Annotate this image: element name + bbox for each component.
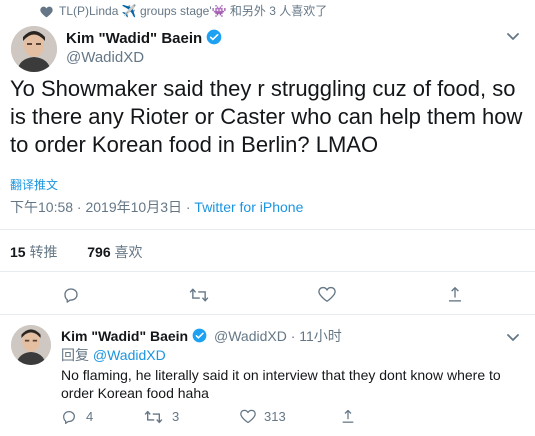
timestamp[interactable]: 下午10:58 · 2019年10月3日 ·	[10, 199, 194, 215]
reply-text: No flaming, he literally said it on inte…	[61, 367, 501, 401]
divider	[0, 314, 535, 315]
engagement-stats: 15 转推 796 喜欢	[10, 244, 143, 261]
replying-to: 回复 @WadidXD	[61, 347, 166, 364]
author-handle[interactable]: @WadidXD	[66, 49, 144, 67]
retweets-count: 15	[10, 244, 26, 260]
like-icon[interactable]	[318, 286, 336, 308]
author-display-name[interactable]: Kim "Wadid" Baein	[66, 30, 202, 47]
retweets-stat[interactable]: 15 转推	[10, 244, 57, 260]
reply-author-name[interactable]: Kim "Wadid" Baein	[61, 328, 188, 344]
reply-header: Kim "Wadid" Baein @WadidXD · 11小时	[61, 328, 342, 347]
source-link[interactable]: Twitter for iPhone	[194, 199, 303, 215]
more-icon[interactable]	[505, 30, 521, 48]
author-name-row[interactable]: Kim "Wadid" Baein	[66, 29, 222, 50]
translate-link[interactable]: 翻译推文	[10, 178, 58, 193]
reply-icon[interactable]	[62, 286, 80, 309]
share-icon[interactable]	[446, 285, 464, 309]
divider	[0, 229, 535, 230]
like-icon[interactable]	[240, 409, 256, 429]
verified-icon	[192, 328, 207, 347]
likes-stat[interactable]: 796 喜欢	[87, 244, 142, 260]
avatar[interactable]	[11, 26, 57, 72]
divider	[0, 271, 535, 272]
replying-to-handle[interactable]: @WadidXD	[93, 347, 166, 363]
retweet-icon[interactable]	[189, 286, 209, 309]
like-count: 313	[264, 409, 286, 424]
likes-label: 喜欢	[114, 244, 143, 260]
reply-handle-time[interactable]: @WadidXD · 11小时	[214, 328, 342, 344]
liked-heart-icon	[40, 5, 53, 23]
retweets-label: 转推	[29, 244, 58, 260]
likes-count: 796	[87, 244, 111, 260]
tweet-text: Yo Showmaker said they r struggling cuz …	[10, 76, 523, 157]
retweet-icon[interactable]	[144, 409, 163, 430]
timestamp-row: 下午10:58 · 2019年10月3日 · Twitter for iPhon…	[10, 199, 303, 216]
retweet-count: 3	[172, 409, 180, 424]
reply-count: 4	[86, 409, 94, 424]
social-context-text: TL(P)Linda ✈️ groups stage'👾 和另外 3 人喜欢了	[59, 4, 328, 18]
replying-to-prefix: 回复	[61, 347, 93, 363]
verified-icon	[206, 29, 222, 50]
reply-icon[interactable]	[61, 409, 77, 430]
share-icon[interactable]	[340, 408, 356, 430]
reply-more-icon[interactable]	[505, 331, 521, 349]
reply-avatar[interactable]	[11, 325, 51, 365]
